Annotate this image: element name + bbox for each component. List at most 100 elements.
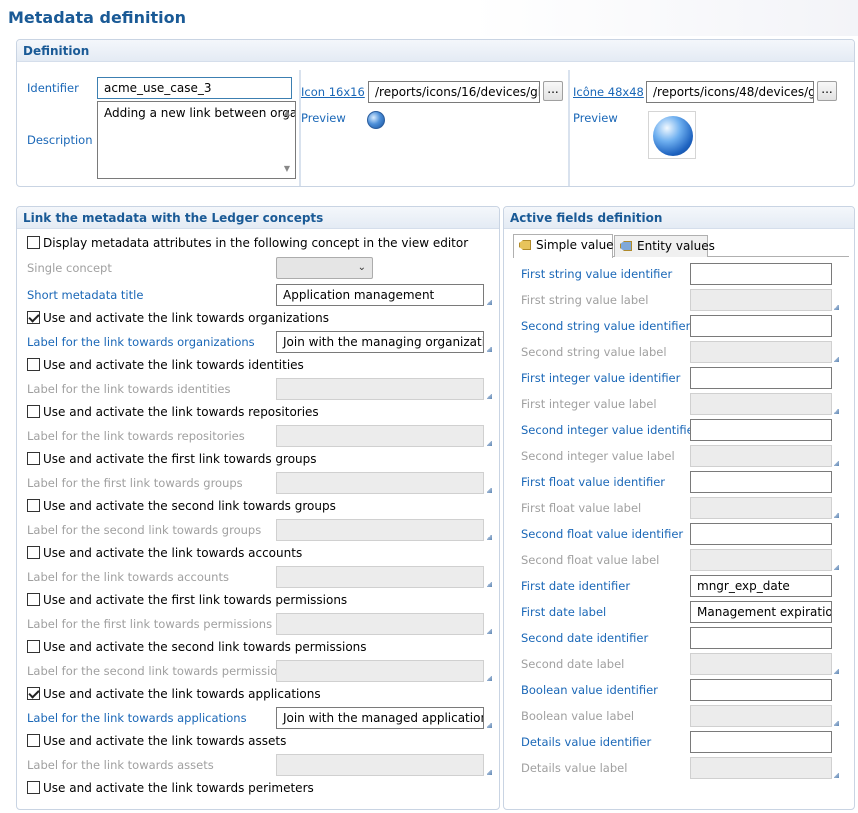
link-checkbox-label: Use and activate the link towards applic… [43, 687, 321, 701]
field-label: First date identifier [521, 579, 631, 593]
link-label: Label for the first link towards groups [27, 476, 243, 490]
field-label: Second string value label [521, 345, 667, 359]
link-header: Link the metadata with the Ledger concep… [17, 207, 499, 229]
field-label: Second integer value identifier [521, 423, 699, 437]
link-checkbox-label: Use and activate the link towards assets [43, 734, 287, 748]
link-label-input[interactable] [276, 425, 484, 447]
icon16-browse-button[interactable]: ... [543, 81, 563, 101]
field-input[interactable] [690, 757, 832, 779]
link-checkbox[interactable] [27, 546, 40, 559]
field-input[interactable]: mngr_exp_date [690, 575, 832, 597]
link-label-input[interactable] [276, 566, 484, 588]
link-label-input[interactable] [276, 472, 484, 494]
field-input[interactable] [690, 471, 832, 493]
definition-divider-2 [568, 70, 570, 186]
field-input[interactable] [690, 393, 832, 415]
tab-simple-values[interactable]: Simple values [513, 234, 620, 258]
description-label: Description [27, 133, 93, 147]
field-input[interactable] [690, 341, 832, 363]
field-label: First date label [521, 605, 607, 619]
chevron-down-icon: ⌄ [357, 262, 366, 273]
field-corner-marker [833, 356, 839, 362]
field-label: First float value identifier [521, 475, 666, 489]
description-textarea[interactable]: Adding a new link between orga ▲ ▼ [97, 101, 296, 179]
link-checkbox[interactable] [27, 452, 40, 465]
field-label: Second integer value label [521, 449, 675, 463]
field-label: Boolean value label [521, 709, 635, 723]
link-label-input[interactable] [276, 660, 484, 682]
link-checkbox[interactable] [27, 640, 40, 653]
field-corner-marker [833, 512, 839, 518]
field-input[interactable] [690, 731, 832, 753]
link-label-input[interactable] [276, 613, 484, 635]
link-checkbox[interactable] [27, 405, 40, 418]
definition-header: Definition [17, 40, 854, 62]
field-corner-marker [486, 581, 492, 587]
field-corner-marker [486, 346, 492, 352]
identifier-input[interactable]: acme_use_case_3 [97, 77, 292, 99]
display-attrs-checkbox[interactable] [27, 236, 40, 249]
field-input[interactable] [690, 315, 832, 337]
short-title-label: Short metadata title [27, 288, 144, 302]
icon16-link[interactable]: Icon 16x16 [301, 85, 365, 99]
link-label: Label for the link towards organizations [27, 335, 255, 349]
link-label-input[interactable]: Join with the managing organization [276, 331, 484, 353]
icon48-browse-button[interactable]: ... [817, 81, 837, 101]
field-input[interactable] [690, 445, 832, 467]
link-checkbox-label: Use and activate the link towards identi… [43, 358, 304, 372]
tag-icon [519, 240, 531, 250]
link-label: Label for the link towards repositories [27, 429, 245, 443]
field-input[interactable] [690, 653, 832, 675]
link-checkbox-label: Use and activate the first link towards … [43, 593, 348, 607]
field-corner-marker [833, 668, 839, 674]
field-input[interactable] [690, 289, 832, 311]
field-label: Second date label [521, 657, 625, 671]
field-label: Second string value identifier [521, 319, 691, 333]
description-text: Adding a new link between orga [104, 106, 296, 120]
link-checkbox[interactable] [27, 593, 40, 606]
link-label-input[interactable] [276, 754, 484, 776]
link-checkbox[interactable] [27, 358, 40, 371]
field-label: Second float value label [521, 553, 660, 567]
field-label: First integer value identifier [521, 371, 681, 385]
field-input[interactable] [690, 497, 832, 519]
link-checkbox[interactable] [27, 734, 40, 747]
field-corner-marker [833, 408, 839, 414]
field-input[interactable] [690, 679, 832, 701]
field-input[interactable] [690, 367, 832, 389]
link-checkbox[interactable] [27, 687, 40, 700]
globe-large-preview [648, 111, 696, 159]
perimeters-checkbox[interactable] [27, 781, 40, 794]
field-input[interactable] [690, 705, 832, 727]
field-corner-marker [486, 440, 492, 446]
fields-header: Active fields definition [504, 207, 854, 229]
link-label-input[interactable] [276, 378, 484, 400]
icon48-link[interactable]: Icône 48x48 [573, 85, 644, 99]
field-input[interactable] [690, 523, 832, 545]
field-input[interactable] [690, 627, 832, 649]
tab-entity-values[interactable]: Entity values [614, 235, 715, 257]
field-input[interactable] [690, 263, 832, 285]
field-input[interactable] [690, 549, 832, 571]
link-label: Label for the link towards identities [27, 382, 231, 396]
link-checkbox[interactable] [27, 499, 40, 512]
field-label: First integer value label [521, 397, 657, 411]
field-input[interactable] [690, 419, 832, 441]
fields-title: Active fields definition [510, 211, 663, 225]
field-corner-marker [833, 772, 839, 778]
icon48-input[interactable]: /reports/icons/48/devices/glob [646, 81, 814, 103]
link-label-input[interactable]: Join with the managed application [276, 707, 484, 729]
scroll-down-icon[interactable]: ▼ [281, 164, 293, 174]
short-title-input[interactable]: Application management [276, 284, 484, 306]
field-corner-marker [486, 675, 492, 681]
field-corner-marker [833, 564, 839, 570]
scroll-up-icon[interactable]: ▲ [281, 108, 293, 118]
single-concept-select[interactable]: ⌄ [276, 257, 373, 279]
identifier-label: Identifier [27, 81, 79, 95]
icon16-input[interactable]: /reports/icons/16/devices/glob [368, 81, 540, 103]
link-checkbox[interactable] [27, 311, 40, 324]
field-label: Second float value identifier [521, 527, 684, 541]
link-label-input[interactable] [276, 519, 484, 541]
field-corner-marker [486, 299, 492, 305]
field-input[interactable]: Management expiration [690, 601, 832, 623]
